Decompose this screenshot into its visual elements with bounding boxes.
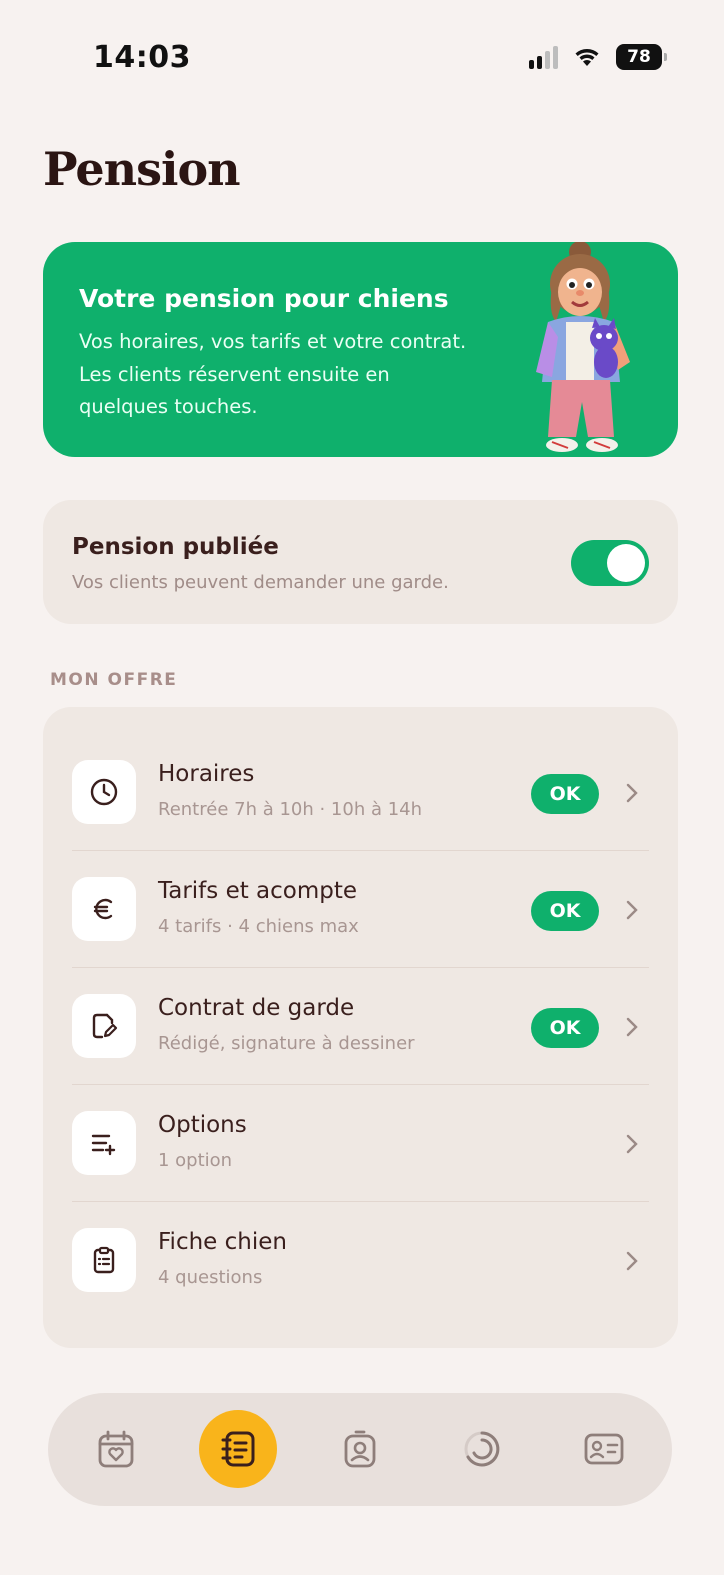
chevron-right-icon bbox=[626, 900, 638, 920]
chevron-right-icon bbox=[626, 1017, 638, 1037]
chevron-right-icon bbox=[626, 1251, 638, 1271]
chevron-right-icon bbox=[626, 1134, 638, 1154]
status-icons: 78 bbox=[529, 44, 667, 70]
publish-title: Pension publiée bbox=[72, 534, 279, 560]
list-item-contrat[interactable]: Contrat de garde Rédigé, signature à des… bbox=[43, 968, 678, 1085]
id-card-icon bbox=[584, 1433, 624, 1465]
tab-calendar[interactable] bbox=[77, 1410, 155, 1488]
item-title: Tarifs et acompte bbox=[158, 878, 358, 904]
progress-ring-icon bbox=[464, 1431, 500, 1467]
signal-icon bbox=[529, 45, 558, 69]
tab-activity[interactable] bbox=[443, 1410, 521, 1488]
section-label: MON OFFRE bbox=[50, 670, 178, 690]
contract-pen-icon bbox=[72, 994, 136, 1058]
item-subtitle: 4 questions bbox=[158, 1267, 263, 1288]
screen: 14:03 78 Pension Votre pension pour chie… bbox=[0, 0, 724, 1575]
publish-toggle[interactable] bbox=[571, 540, 649, 586]
hero-banner: Votre pension pour chiens Vos horaires, … bbox=[43, 242, 678, 457]
item-subtitle: Rédigé, signature à dessiner bbox=[158, 1033, 415, 1054]
item-title: Contrat de garde bbox=[158, 995, 355, 1021]
list-item-fiche-chien[interactable]: Fiche chien 4 questions bbox=[43, 1202, 678, 1319]
list-item-options[interactable]: Options 1 option bbox=[43, 1085, 678, 1202]
character-illustration bbox=[536, 242, 630, 452]
hero-text: Vos horaires, vos tarifs et votre contra… bbox=[79, 330, 467, 418]
euro-icon bbox=[72, 877, 136, 941]
tab-pension[interactable] bbox=[199, 1410, 277, 1488]
clipboard-icon bbox=[72, 1228, 136, 1292]
item-title: Horaires bbox=[158, 761, 255, 787]
item-title: Fiche chien bbox=[158, 1229, 287, 1255]
wifi-icon bbox=[575, 49, 599, 66]
hero-title: Votre pension pour chiens bbox=[79, 284, 449, 313]
toggle-knob bbox=[607, 544, 645, 582]
status-time: 14:03 bbox=[93, 40, 191, 75]
chevron-right-icon bbox=[626, 783, 638, 803]
status-badge: OK bbox=[531, 1008, 599, 1048]
clock-icon bbox=[72, 760, 136, 824]
status-badge: OK bbox=[531, 774, 599, 814]
tab-id-card[interactable] bbox=[565, 1410, 643, 1488]
calendar-heart-icon bbox=[98, 1430, 134, 1468]
item-subtitle: 4 tarifs · 4 chiens max bbox=[158, 916, 359, 937]
offer-list: Horaires Rentrée 7h à 10h · 10h à 14h OK… bbox=[43, 707, 678, 1348]
badge-person-icon bbox=[344, 1430, 376, 1468]
list-add-icon bbox=[72, 1111, 136, 1175]
list-item-tarifs[interactable]: Tarifs et acompte 4 tarifs · 4 chiens ma… bbox=[43, 851, 678, 968]
tab-profile[interactable] bbox=[321, 1410, 399, 1488]
item-subtitle: 1 option bbox=[158, 1150, 233, 1171]
status-badge: OK bbox=[531, 891, 599, 931]
item-title: Options bbox=[158, 1112, 247, 1138]
notebook-icon bbox=[221, 1431, 255, 1467]
publish-card: Pension publiée Vos clients peuvent dema… bbox=[43, 500, 678, 624]
tab-bar bbox=[48, 1393, 672, 1506]
page-title: Pension bbox=[43, 142, 241, 196]
publish-subtitle: Vos clients peuvent demander une garde. bbox=[72, 572, 449, 593]
item-subtitle: Rentrée 7h à 10h · 10h à 14h bbox=[158, 799, 423, 820]
list-item-horaires[interactable]: Horaires Rentrée 7h à 10h · 10h à 14h OK bbox=[43, 734, 678, 851]
battery-icon: 78 bbox=[616, 44, 667, 70]
